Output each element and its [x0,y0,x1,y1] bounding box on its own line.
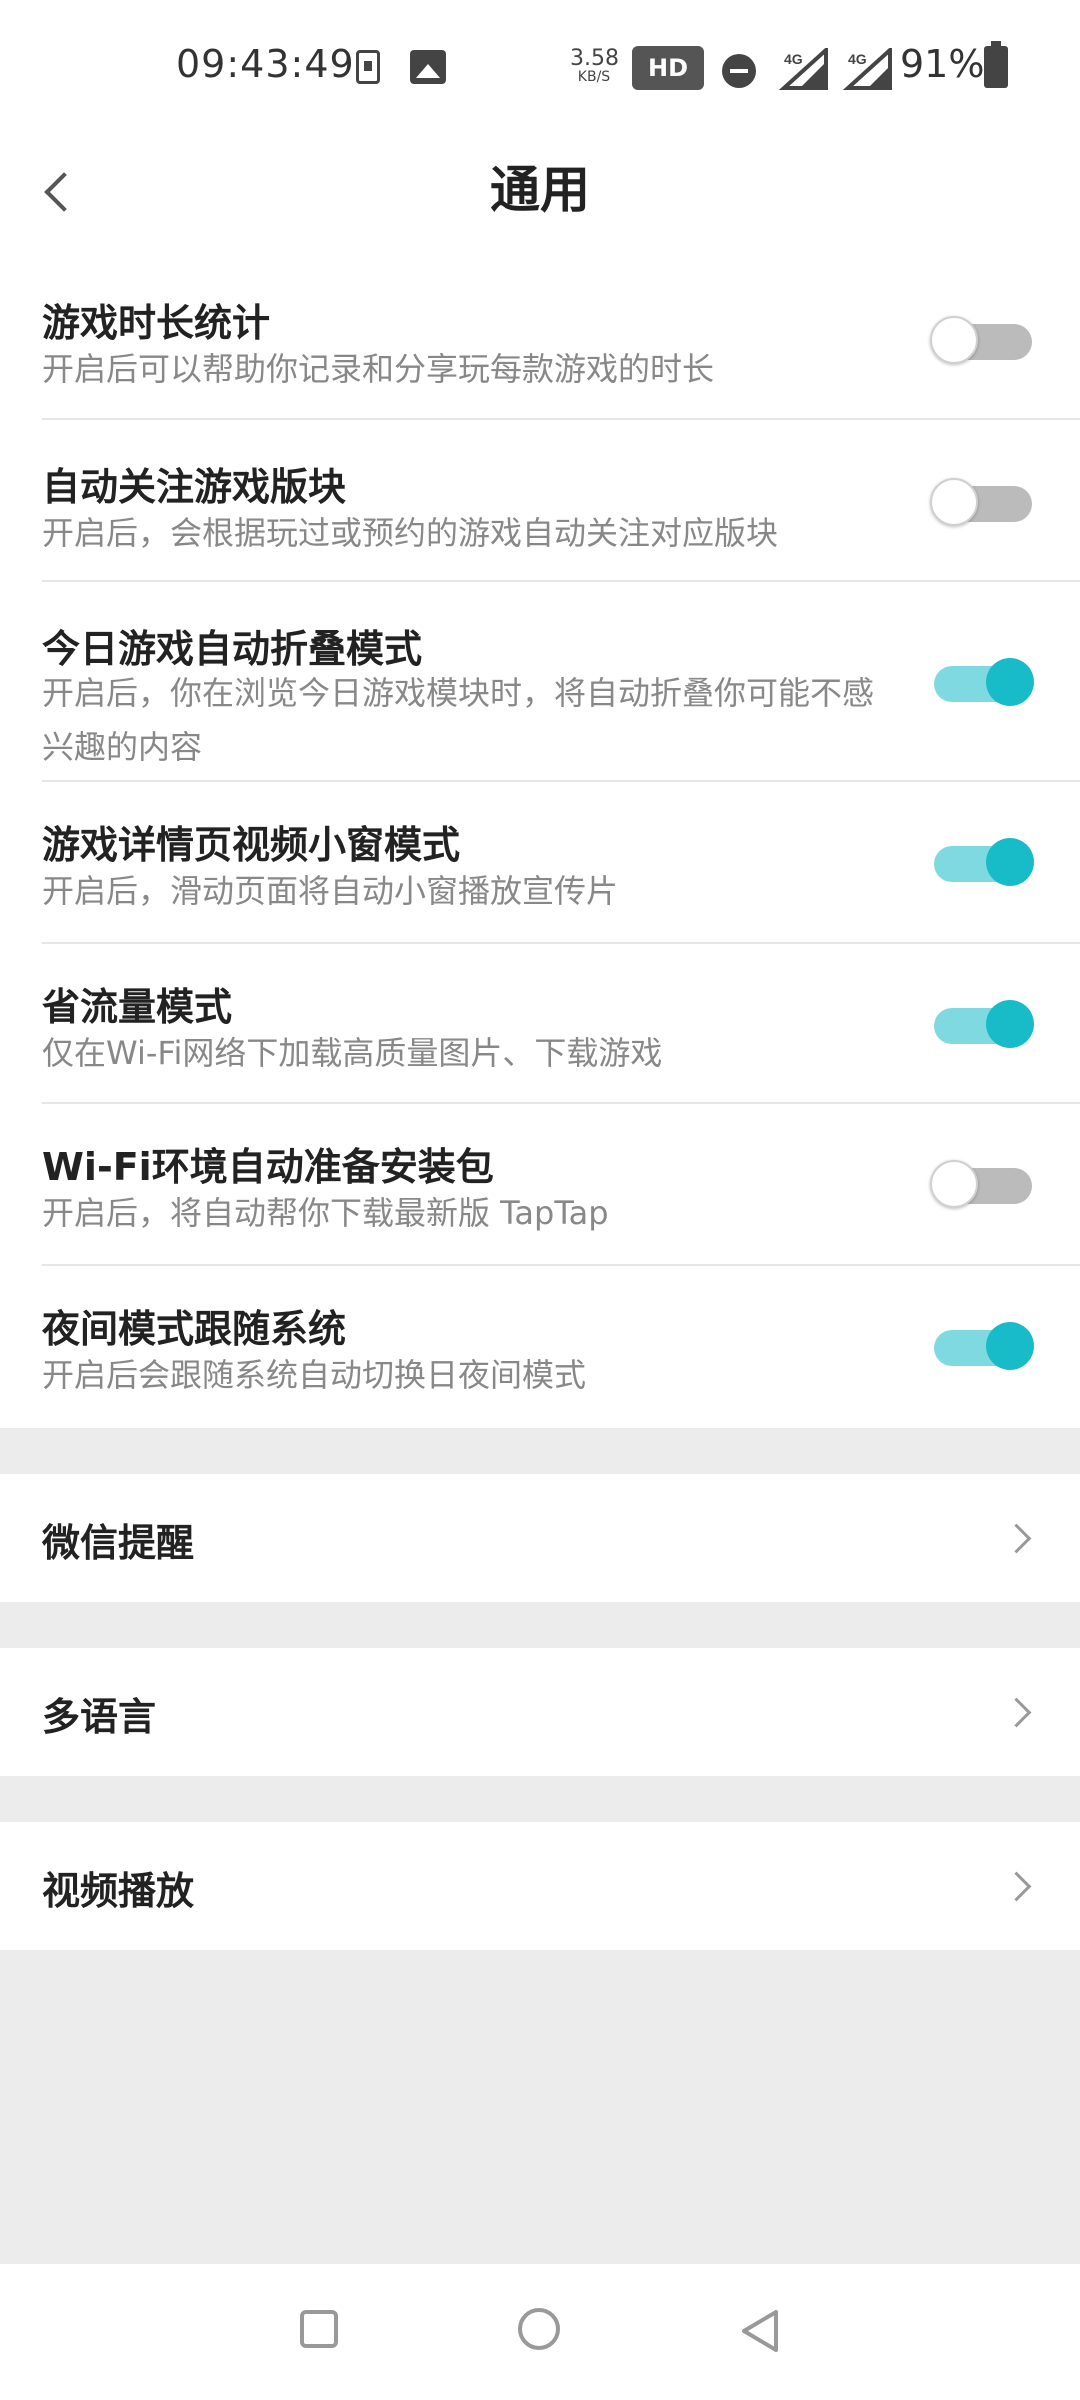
home-icon[interactable] [518,2308,560,2350]
speed-unit: KB/S [577,69,611,85]
nav-row-label: 多语言 [42,1695,157,1739]
battery-icon [984,41,1008,88]
page-title: 通用 [490,161,590,219]
toggle-switch[interactable] [930,1316,1034,1376]
setting-desc: 开启后会跟随系统自动切换日夜间模式 [42,1356,587,1394]
back-triangle-icon[interactable] [736,2306,786,2356]
setting-desc: 仅在Wi-Fi网络下加载高质量图片、下载游戏 [42,1034,663,1072]
chevron-right-icon [1002,1868,1038,1904]
setting-title: 游戏详情页视频小窗模式 [42,823,461,867]
network-label-2: 4G [848,51,867,67]
signal-icon: 4G [838,45,894,90]
system-nav-bar [0,2264,1080,2400]
app-header: 通用 [0,136,1080,246]
speed-value: 3.58 [570,46,619,71]
setting-title: 游戏时长统计 [42,301,271,345]
setting-title: 自动关注游戏版块 [42,465,347,509]
nav-row-wechat-reminder[interactable]: 微信提醒 [0,1474,1080,1602]
download-icon [356,50,380,84]
hd-icon: HD [632,46,704,90]
toggle-switch[interactable] [930,472,1034,532]
setting-row-data-saver[interactable]: 省流量模式 仅在Wi-Fi网络下加载高质量图片、下载游戏 [42,944,1080,1104]
setting-title: 今日游戏自动折叠模式 [42,627,423,671]
setting-title: 夜间模式跟随系统 [42,1307,347,1351]
setting-desc: 开启后，滑动页面将自动小窗播放宣传片 [42,872,619,910]
status-bar: 09:43:49 3.58 KB/S HD 4G 4G 91% [0,0,1080,136]
setting-row-night-mode[interactable]: 夜间模式跟随系统 开启后会跟随系统自动切换日夜间模式 [42,1266,1080,1426]
network-label-1: 4G [784,51,803,67]
toggle-switch[interactable] [930,652,1034,712]
setting-row-auto-collapse[interactable]: 今日游戏自动折叠模式 开启后，你在浏览今日游戏模块时，将自动折叠你可能不感兴趣的… [42,582,1080,782]
dnd-icon [722,54,756,88]
setting-row-wifi-prepare[interactable]: Wi-Fi环境自动准备安装包 开启后，将自动帮你下载最新版 TapTap [42,1104,1080,1266]
setting-row-playtime-stats[interactable]: 游戏时长统计 开启后可以帮助你记录和分享玩每款游戏的时长 [42,256,1080,420]
setting-row-video-pip[interactable]: 游戏详情页视频小窗模式 开启后，滑动页面将自动小窗播放宣传片 [42,782,1080,944]
status-time: 09:43:49 [176,42,355,86]
setting-title: 省流量模式 [42,985,233,1029]
signal-icon: 4G [774,45,830,90]
battery-percent: 91% [900,42,985,86]
toggle-switch[interactable] [930,1154,1034,1214]
setting-row-auto-follow[interactable]: 自动关注游戏版块 开启后，会根据玩过或预约的游戏自动关注对应版块 [42,420,1080,582]
setting-desc: 开启后，你在浏览今日游戏模块时，将自动折叠你可能不感兴趣的内容 [42,674,875,766]
toggle-settings-list: 游戏时长统计 开启后可以帮助你记录和分享玩每款游戏的时长 自动关注游戏版块 开启… [0,256,1080,1426]
setting-desc: 开启后，会根据玩过或预约的游戏自动关注对应版块 [42,514,779,552]
chevron-right-icon [1002,1520,1038,1556]
image-icon [410,50,446,84]
setting-desc: 开启后，将自动帮你下载最新版 TapTap [42,1194,609,1232]
toggle-switch[interactable] [930,994,1034,1054]
nav-row-label: 视频播放 [42,1869,195,1913]
network-speed: 3.58 KB/S [570,46,619,85]
chevron-right-icon [1002,1694,1038,1730]
recents-icon[interactable] [300,2310,338,2348]
setting-title: Wi-Fi环境自动准备安装包 [42,1145,494,1189]
nav-row-label: 微信提醒 [42,1521,195,1565]
nav-row-video-playback[interactable]: 视频播放 [0,1822,1080,1950]
setting-desc: 开启后可以帮助你记录和分享玩每款游戏的时长 [42,350,715,388]
nav-row-language[interactable]: 多语言 [0,1648,1080,1776]
toggle-switch[interactable] [930,832,1034,892]
toggle-switch[interactable] [930,310,1034,370]
